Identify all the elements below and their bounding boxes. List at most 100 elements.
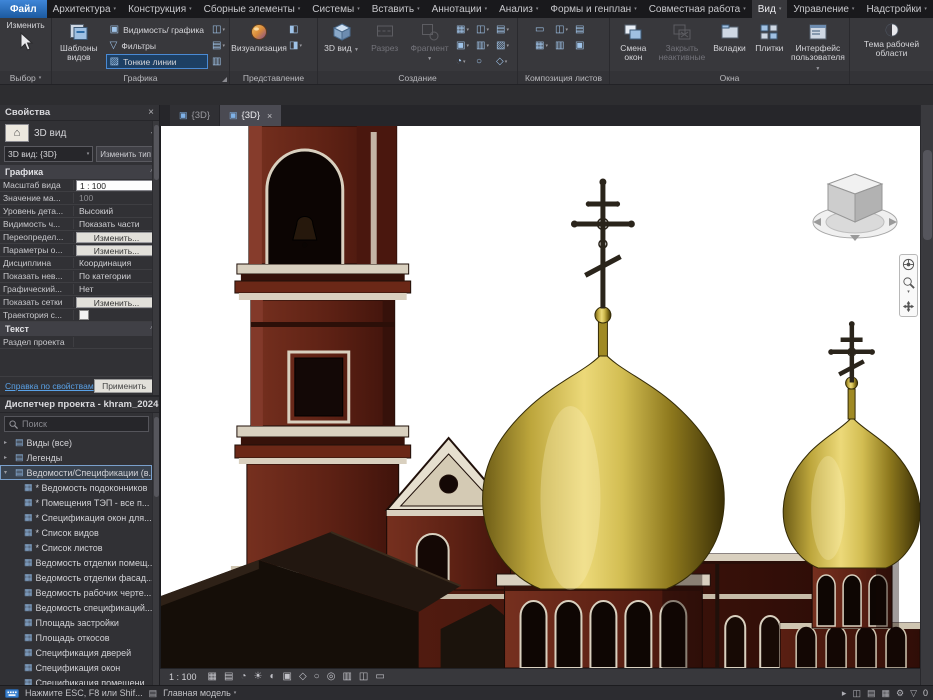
ribbon-tab[interactable]: Совместная работа ▾ (643, 0, 752, 18)
ribbon-tab[interactable]: Формы и генплан ▾ (544, 0, 642, 18)
apply-button[interactable]: Применить (94, 379, 154, 393)
property-value[interactable]: 1 : 100 (76, 179, 157, 191)
view-tab[interactable]: ▣ {3D} × (220, 105, 282, 126)
view-control-icon[interactable]: ▣ (283, 672, 292, 682)
view-control-icon[interactable]: ◇ (299, 672, 307, 682)
tree-item[interactable]: ▦ Ведомость рабочих черте... (0, 585, 152, 600)
status-tool-icon[interactable]: ▸ (842, 688, 847, 699)
tree-item[interactable]: ▦ Ведомость спецификаций... (0, 600, 152, 615)
properties-scrollbar[interactable] (152, 121, 159, 395)
property-value[interactable]: По категории (76, 271, 157, 281)
tree-item[interactable]: ▦ Площадь застройки (0, 615, 152, 630)
tree-item[interactable]: ▦ Площадь откосов (0, 630, 152, 645)
view-control-icon[interactable]: ▤ (224, 672, 233, 682)
view-control-icon[interactable]: ▭ (375, 672, 384, 682)
sheet-tool-button[interactable]: ▭ (534, 22, 553, 37)
ribbon-tab[interactable]: Вставить ▾ (366, 0, 426, 18)
create-view-button[interactable]: ◇ ▾ (495, 54, 514, 69)
graphics-tool-button[interactable]: ◫ ▾ (211, 22, 226, 37)
tree-item[interactable]: ▦ Ведомость отделки фасад... (0, 570, 152, 585)
zoom-caret-icon[interactable]: ▾ (907, 289, 910, 295)
section-text[interactable]: Текст ^ (0, 322, 159, 336)
tree-item[interactable]: ▦ Спецификация помещени... (0, 675, 152, 685)
property-value[interactable]: 100 (76, 193, 157, 203)
workspace-theme-button[interactable]: Тема рабочей области (855, 20, 929, 60)
callout-button[interactable]: Фрагмент ▼ (407, 20, 452, 64)
create-view-button[interactable]: ▥ ▾ (475, 38, 494, 53)
user-interface-button[interactable]: Интерфейс пользователя ▼ (790, 20, 846, 71)
ribbon-tab[interactable]: Вид ▾ (751, 0, 788, 18)
drawing-area[interactable]: ▾ (160, 126, 920, 668)
tree-item[interactable]: ▾ ▤ Ведомости/Спецификации (в... (0, 465, 152, 480)
graphics-row-button[interactable]: ▽ Фильтры (106, 38, 208, 53)
ribbon-tab[interactable]: Сборные элементы ▾ (198, 0, 307, 18)
view-control-icon[interactable]: ▦ (208, 672, 217, 682)
scrollbar-thumb[interactable] (923, 150, 932, 240)
properties-help-link[interactable]: Справка по свойствам (5, 381, 94, 391)
graphics-tool-button[interactable]: ▤ ▾ (211, 38, 226, 53)
tree-item[interactable]: ▦ * Ведомость подоконников (0, 480, 152, 495)
ribbon-tab[interactable]: Конструкция ▾ (122, 0, 198, 18)
tree-item[interactable]: ▦ * Список видов (0, 525, 152, 540)
property-value[interactable]: Изменить... (76, 231, 157, 243)
tree-item[interactable]: ▦ Ведомость отделки помещ... (0, 555, 152, 570)
ribbon-tab[interactable]: Аннотации ▾ (426, 0, 494, 18)
worksets-icon[interactable]: ▤ (149, 688, 158, 699)
create-view-button[interactable]: ▨ ▾ (495, 38, 514, 53)
dialog-launcher-icon[interactable] (222, 77, 227, 82)
church-3d-model[interactable] (161, 126, 920, 668)
property-value[interactable]: Показать части (76, 219, 157, 229)
view-control-icon[interactable]: ▥ (342, 672, 351, 682)
status-tool-icon[interactable]: ▽ (910, 688, 917, 699)
scale-indicator[interactable]: 1 : 100 (169, 672, 197, 682)
create-view-button[interactable]: ○ (475, 54, 494, 69)
tree-item[interactable]: ▦ * Помещения ТЭП - все п... (0, 495, 152, 510)
zoom-icon[interactable]: ▾ (902, 276, 915, 295)
status-tool-icon[interactable]: ▤ (867, 688, 876, 699)
modify-button[interactable]: Изменить (5, 20, 45, 55)
search-input[interactable] (22, 419, 144, 429)
view-instance-select[interactable]: 3D вид: {3D} ▾ (4, 146, 94, 162)
panel-label-graphics[interactable]: Графика (52, 71, 229, 84)
close-inactive-button[interactable]: Закрыть неактивные (657, 20, 707, 64)
section-button[interactable]: Разрез (365, 20, 404, 54)
graphics-row-button[interactable]: ▣ Видимость/ графика (106, 22, 208, 37)
sheet-tool-button[interactable]: ▥ (554, 38, 573, 53)
tree-item[interactable]: ▸ ▤ Виды (все) (0, 435, 152, 450)
active-model-label[interactable]: Главная модель ▾ (163, 688, 236, 698)
sheet-tool-button[interactable]: ▦ ▾ (534, 38, 553, 53)
property-value[interactable]: Изменить... (76, 244, 157, 256)
panel-label-create[interactable]: Создание (318, 71, 517, 84)
property-value[interactable] (76, 310, 157, 321)
steering-wheel-icon[interactable] (902, 258, 915, 271)
sheet-tool-button[interactable]: ▤ (574, 22, 593, 37)
panel-label-select[interactable]: Выбор ▾ (0, 71, 51, 84)
3d-view-button[interactable]: 3D вид ▼ (321, 20, 362, 55)
graphics-tool-button[interactable]: ▥ (211, 54, 226, 69)
ribbon-tab[interactable]: Анализ ▾ (493, 0, 544, 18)
presentation-tool-button[interactable]: ◧ (288, 22, 303, 37)
create-view-button[interactable]: ◫ ▾ (475, 22, 494, 37)
section-graphics[interactable]: Графика ^ (0, 165, 159, 179)
property-value[interactable]: Изменить... (76, 296, 157, 308)
panel-label-sheets[interactable]: Композиция листов (518, 71, 609, 84)
graphics-row-button[interactable]: ▨ Тонкие линии (105, 54, 209, 69)
sheet-tool-button[interactable]: ▣ (574, 38, 593, 53)
property-value[interactable]: Координация (76, 258, 157, 268)
tree-item[interactable]: ▦ * Спецификация окон для... (0, 510, 152, 525)
view-control-icon[interactable]: ◫ (359, 672, 368, 682)
viewcube[interactable] (808, 160, 900, 244)
panel-label-windows[interactable]: Окна (610, 71, 849, 84)
edit-type-button[interactable]: Изменить тип (96, 146, 155, 162)
view-control-icon[interactable]: ◎ (327, 672, 336, 682)
presentation-tool-button[interactable]: ◨ ▾ (288, 38, 303, 53)
status-tool-icon[interactable]: ⚙ (896, 688, 904, 699)
property-value[interactable]: Нет (76, 284, 157, 294)
render-button[interactable]: Визуализация (231, 20, 287, 54)
tree-item[interactable]: ▸ ▤ Легенды (0, 450, 152, 465)
sheet-tool-button[interactable]: ◫ ▾ (554, 22, 573, 37)
view-control-icon[interactable]: ◐ (269, 672, 275, 682)
create-view-button[interactable]: ▦ ▾ (455, 22, 474, 37)
view-templates-button[interactable]: Шаблоны видов (55, 20, 103, 64)
project-browser-close-icon[interactable]: × (158, 399, 159, 410)
